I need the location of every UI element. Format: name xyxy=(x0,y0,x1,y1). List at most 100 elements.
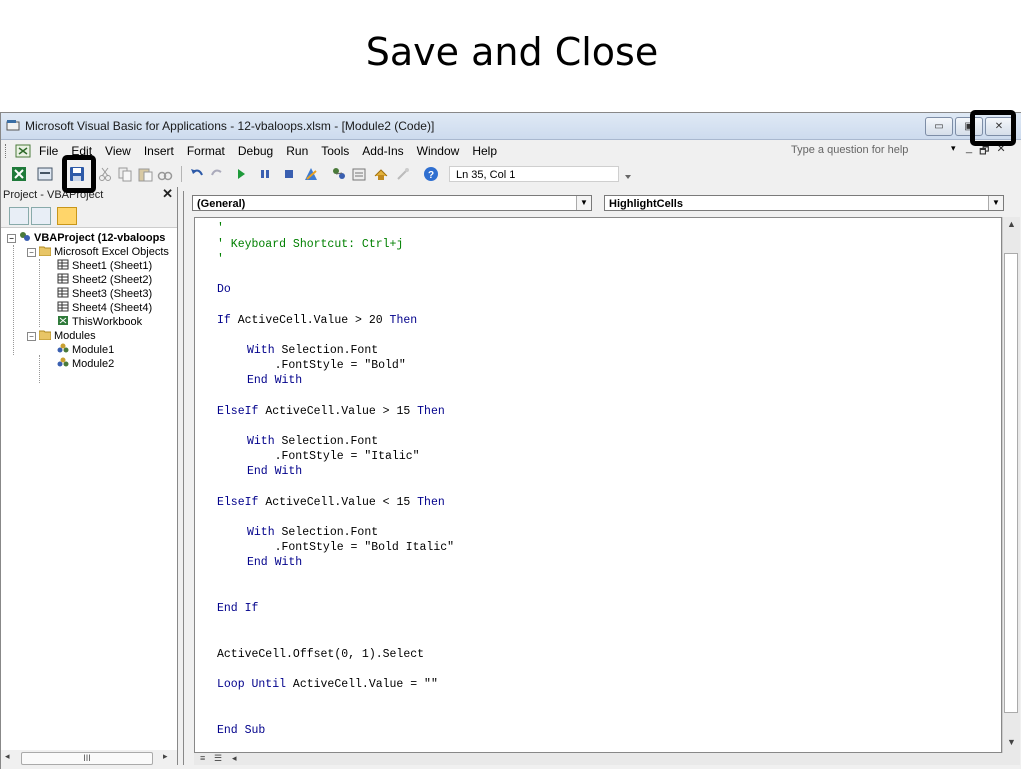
scroll-right-icon[interactable]: ▸ xyxy=(163,751,168,762)
toolbar-options-icon[interactable] xyxy=(623,170,633,182)
tree-sheet3[interactable]: Sheet3 (Sheet3) xyxy=(57,287,152,301)
menu-file[interactable]: File xyxy=(39,144,58,158)
module-view-icon[interactable]: ☰ xyxy=(214,753,222,764)
slide-title: Save and Close xyxy=(365,30,659,74)
help-search-input[interactable]: Type a question for help xyxy=(791,142,941,158)
workbook-icon xyxy=(58,316,68,325)
paste-icon[interactable] xyxy=(137,166,153,182)
cut-icon[interactable] xyxy=(97,166,113,182)
toolbox-icon[interactable] xyxy=(395,166,411,182)
code-line: If ActiveCell.Value > 20 Then xyxy=(217,314,418,327)
menu-debug[interactable]: Debug xyxy=(238,144,273,158)
toggle-folders-button[interactable] xyxy=(57,207,77,225)
code-line: End With xyxy=(247,556,303,569)
procedure-dropdown[interactable]: HighlightCells ▼ xyxy=(604,195,1004,211)
code-line: Loop Until ActiveCell.Value = "" xyxy=(217,678,438,691)
help-dropdown-icon[interactable]: ▾ xyxy=(951,143,956,154)
undo-icon[interactable] xyxy=(189,166,205,182)
code-line: .FontStyle = "Bold" xyxy=(247,359,406,372)
tree-module2[interactable]: Module2 xyxy=(57,357,114,371)
help-icon[interactable]: ? xyxy=(423,166,439,182)
code-window: (General) ▼ HighlightCells ▼ ' ' Keyboar… xyxy=(183,191,1020,765)
tree-module1[interactable]: Module1 xyxy=(57,343,114,357)
code-line: With Selection.Font xyxy=(247,435,379,448)
collapse-icon[interactable]: − xyxy=(7,234,16,243)
project-explorer: Project - VBAProject ✕ − VBAProject (12-v… xyxy=(1,186,178,765)
menubar-grip[interactable] xyxy=(5,144,9,158)
close-highlight-box xyxy=(970,110,1016,146)
reset-icon[interactable] xyxy=(281,166,297,182)
view-code-button[interactable] xyxy=(9,207,29,225)
menu-run[interactable]: Run xyxy=(286,144,308,158)
menu-format[interactable]: Format xyxy=(187,144,225,158)
menu-window[interactable]: Window xyxy=(417,144,460,158)
sheet-icon xyxy=(57,301,69,312)
code-line: End Sub xyxy=(217,724,266,737)
code-line: ElseIf ActiveCell.Value > 15 Then xyxy=(217,405,445,418)
view-excel-icon[interactable] xyxy=(11,166,27,182)
menu-add-ins[interactable]: Add-Ins xyxy=(362,144,403,158)
procedure-view-icon[interactable]: ≡ xyxy=(200,753,205,763)
code-line: End If xyxy=(217,602,259,615)
code-scroll-thumb[interactable] xyxy=(1004,253,1018,713)
collapse-icon[interactable]: − xyxy=(27,248,36,257)
menu-view[interactable]: View xyxy=(105,144,131,158)
project-hscrollbar[interactable]: ◂ III ▸ xyxy=(1,750,177,765)
scroll-up-icon[interactable]: ▲ xyxy=(1007,219,1016,229)
excel-window-icon[interactable] xyxy=(15,144,31,158)
code-line: End With xyxy=(247,465,303,478)
run-icon[interactable] xyxy=(233,166,249,182)
view-object-button[interactable] xyxy=(31,207,51,225)
folder-icon xyxy=(39,246,51,256)
standard-toolbar: ? Ln 35, Col 1 xyxy=(1,162,1021,186)
title-bar: Microsoft Visual Basic for Applications … xyxy=(1,113,1021,140)
code-vscrollbar[interactable]: ▲ ▼ xyxy=(1002,217,1020,753)
scroll-left-icon[interactable]: ◂ xyxy=(232,753,237,764)
redo-icon[interactable] xyxy=(209,166,225,182)
tree-sheet2[interactable]: Sheet2 (Sheet2) xyxy=(57,273,152,287)
code-line: ' xyxy=(217,253,224,266)
project-scroll-thumb[interactable]: III xyxy=(21,752,153,765)
module-icon xyxy=(57,357,69,367)
properties-window-icon[interactable] xyxy=(351,166,367,182)
tree-root[interactable]: − VBAProject (12-vbaloops xyxy=(7,231,165,245)
tree-modules[interactable]: − Modules xyxy=(27,329,96,343)
object-browser-icon[interactable] xyxy=(373,166,389,182)
break-icon[interactable] xyxy=(257,166,273,182)
find-icon[interactable] xyxy=(157,166,173,182)
menu-tools[interactable]: Tools xyxy=(321,144,349,158)
project-explorer-icon[interactable] xyxy=(331,166,347,182)
menu-help[interactable]: Help xyxy=(472,144,497,158)
tree-sheet1[interactable]: Sheet1 (Sheet1) xyxy=(57,259,152,273)
copy-icon[interactable] xyxy=(117,166,133,182)
cursor-position: Ln 35, Col 1 xyxy=(449,166,619,182)
svg-text:?: ? xyxy=(428,170,434,181)
object-dropdown[interactable]: (General) ▼ xyxy=(192,195,592,211)
collapse-icon[interactable]: − xyxy=(27,332,36,341)
toolbar-separator xyxy=(181,166,182,182)
chevron-down-icon[interactable]: ▼ xyxy=(576,196,591,210)
code-hscrollbar[interactable]: ≡ ☰ ◂ xyxy=(194,753,1020,765)
insert-userform-icon[interactable] xyxy=(37,166,53,182)
menu-insert[interactable]: Insert xyxy=(144,144,174,158)
tree-excel-objects[interactable]: − Microsoft Excel Objects xyxy=(27,245,169,259)
design-mode-icon[interactable] xyxy=(303,166,319,182)
chevron-down-icon[interactable]: ▼ xyxy=(988,196,1003,210)
vbe-window: Microsoft Visual Basic for Applications … xyxy=(0,112,1021,769)
vba-app-icon xyxy=(6,120,20,131)
sheet-icon xyxy=(57,259,69,270)
code-editor[interactable]: ' ' Keyboard Shortcut: Ctrl+j ' Do If Ac… xyxy=(194,217,1002,753)
minimize-button[interactable]: ▭ xyxy=(925,117,953,136)
code-line: With Selection.Font xyxy=(247,526,379,539)
scroll-left-icon[interactable]: ◂ xyxy=(5,751,10,762)
project-close-button[interactable]: ✕ xyxy=(162,186,173,202)
code-line: ' Keyboard Shortcut: Ctrl+j xyxy=(217,238,404,251)
code-line: ActiveCell.Offset(0, 1).Select xyxy=(217,648,425,661)
menu-bar: File Edit View Insert Format Debug Run T… xyxy=(1,140,1021,162)
code-line: With Selection.Font xyxy=(247,344,379,357)
tree-sheet4[interactable]: Sheet4 (Sheet4) xyxy=(57,301,152,315)
scroll-down-icon[interactable]: ▼ xyxy=(1007,737,1016,747)
window-title: Microsoft Visual Basic for Applications … xyxy=(25,119,435,133)
tree-thisworkbook[interactable]: ThisWorkbook xyxy=(57,315,142,329)
module-icon xyxy=(57,343,69,353)
